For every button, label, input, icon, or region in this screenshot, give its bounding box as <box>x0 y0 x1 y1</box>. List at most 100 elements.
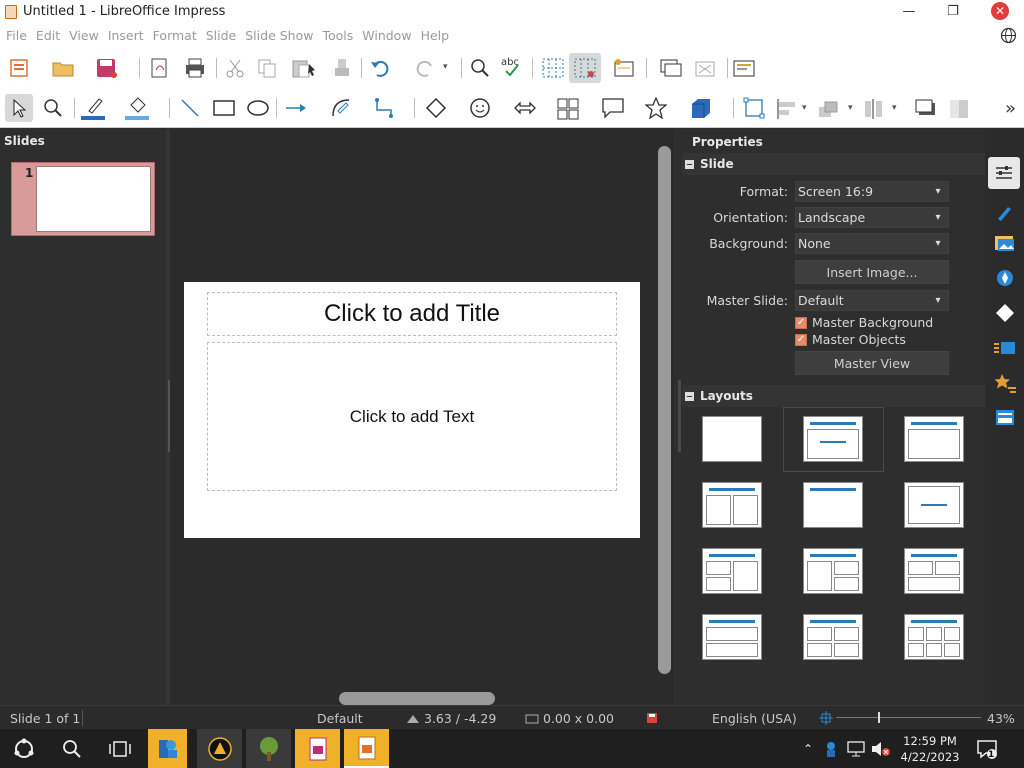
open-folder-icon[interactable] <box>52 58 74 78</box>
display-grid-icon[interactable] <box>542 58 564 78</box>
menu-slide-show[interactable]: Slide Show <box>245 28 313 43</box>
line-tool-icon[interactable] <box>180 98 200 118</box>
start-menu-icon[interactable] <box>8 729 40 768</box>
copy-icon[interactable] <box>257 58 277 78</box>
menu-window[interactable]: Window <box>362 28 411 43</box>
master-background-checkbox[interactable]: ✓ Master Background <box>795 315 933 330</box>
zoom-pan-icon[interactable] <box>43 98 65 118</box>
redo-dropdown-icon[interactable]: ▾ <box>443 62 448 72</box>
display-views-icon[interactable] <box>659 58 683 78</box>
curve-tool-icon[interactable] <box>330 96 352 120</box>
slide-thumbnail[interactable] <box>36 166 151 232</box>
layout-title-two-content[interactable] <box>702 482 762 528</box>
restore-button[interactable]: ❐ <box>939 0 967 23</box>
new-icon[interactable] <box>9 58 29 78</box>
zoom-level[interactable]: 43% <box>987 711 1015 726</box>
layouts-section-header[interactable]: Layouts <box>682 385 985 407</box>
layout-title-content-2[interactable] <box>904 416 964 462</box>
flowchart-icon[interactable] <box>557 98 579 120</box>
distribute-icon[interactable] <box>862 98 886 120</box>
export-pdf-icon[interactable] <box>150 58 172 78</box>
minimize-button[interactable]: — <box>895 0 923 23</box>
taskbar-app-draw[interactable] <box>295 729 340 768</box>
styles-tab-icon[interactable] <box>995 202 1015 226</box>
navigator-tab-icon[interactable] <box>995 268 1015 292</box>
taskbar-app-vlc[interactable] <box>197 729 242 768</box>
taskbar-app-tree[interactable] <box>246 729 291 768</box>
search-icon[interactable] <box>56 729 88 768</box>
connector-icon[interactable] <box>373 96 395 120</box>
more-tools-icon[interactable]: » <box>1005 98 1016 119</box>
callout-icon[interactable] <box>601 97 625 119</box>
fit-slide-icon[interactable] <box>819 711 833 728</box>
document-modified-icon[interactable] <box>646 712 658 727</box>
menu-insert[interactable]: Insert <box>108 28 144 43</box>
layout-centered-text[interactable] <box>904 482 964 528</box>
star-shapes-icon[interactable] <box>645 97 667 119</box>
select-arrow-icon[interactable] <box>5 94 33 122</box>
arrow-line-icon[interactable] <box>284 98 308 118</box>
shapes-tab-icon[interactable] <box>995 303 1015 327</box>
animation-tab-icon[interactable] <box>993 372 1017 398</box>
volume-muted-icon[interactable] <box>871 729 891 768</box>
crop-image-icon[interactable] <box>948 98 972 120</box>
arrange-icon[interactable] <box>818 98 842 120</box>
globe-icon[interactable] <box>1000 27 1017 47</box>
menu-tools[interactable]: Tools <box>322 28 353 43</box>
3d-objects-icon[interactable] <box>689 96 713 120</box>
gallery-tab-icon[interactable] <box>994 233 1016 257</box>
master-slide-dropdown[interactable]: Default ▾ <box>795 290 949 311</box>
layout-title-content-over-content[interactable] <box>702 614 762 660</box>
master-slides-tab-icon[interactable] <box>995 408 1015 432</box>
delete-slide-icon[interactable] <box>693 58 717 78</box>
slide-section-header[interactable]: Slide <box>682 153 985 175</box>
clone-formatting-icon[interactable] <box>332 58 352 78</box>
arrange-dropdown-icon[interactable]: ▾ <box>848 103 853 113</box>
master-objects-checkbox[interactable]: ✓ Master Objects <box>795 332 906 347</box>
orientation-dropdown[interactable]: Landscape ▾ <box>795 207 949 228</box>
rectangle-tool-icon[interactable] <box>212 98 236 118</box>
print-icon[interactable] <box>184 58 206 78</box>
collapse-icon[interactable] <box>685 391 694 401</box>
slide-layout-icon[interactable] <box>732 58 756 78</box>
layout-title-only[interactable] <box>803 482 863 528</box>
notification-icon[interactable] <box>975 729 999 768</box>
block-arrows-icon[interactable] <box>513 98 537 118</box>
distribute-dropdown-icon[interactable]: ▾ <box>892 103 897 113</box>
close-button[interactable]: ✕ <box>991 2 1009 20</box>
basic-shapes-icon[interactable] <box>425 98 447 118</box>
menu-file[interactable]: File <box>6 28 27 43</box>
symbol-shapes-icon[interactable] <box>469 97 491 119</box>
shadow-icon[interactable] <box>914 98 938 118</box>
save-icon[interactable] <box>96 58 118 78</box>
menu-view[interactable]: View <box>69 28 99 43</box>
monitor-tray-icon[interactable] <box>846 729 866 768</box>
master-view-button[interactable]: Master View <box>795 351 949 375</box>
insert-image-button[interactable]: Insert Image... <box>795 260 949 284</box>
task-view-icon[interactable] <box>104 729 136 768</box>
horizontal-scrollbar-thumb[interactable] <box>339 692 495 705</box>
layout-title-6content[interactable] <box>904 614 964 660</box>
layout-title-2content-content[interactable] <box>702 548 762 594</box>
network-tray-icon[interactable] <box>823 729 839 768</box>
chevron-up-icon[interactable]: ⌃ <box>800 729 816 768</box>
background-dropdown[interactable]: None ▾ <box>795 233 949 254</box>
undo-icon[interactable] <box>370 58 390 78</box>
zoom-slider[interactable] <box>836 717 981 718</box>
slide-transition-tab-icon[interactable] <box>993 339 1017 363</box>
paste-icon[interactable] <box>291 58 317 78</box>
layout-title-content-2content[interactable] <box>803 548 863 594</box>
vertical-scrollbar-thumb[interactable] <box>658 146 671 674</box>
clock[interactable]: 12:59 PM 4/22/2023 <box>899 733 961 765</box>
menu-slide[interactable]: Slide <box>206 28 237 43</box>
layout-blank[interactable] <box>702 416 762 462</box>
taskbar-app-network[interactable] <box>148 729 187 768</box>
ellipse-tool-icon[interactable] <box>246 98 270 118</box>
layout-title-2content-over-content[interactable] <box>904 548 964 594</box>
properties-tab-icon[interactable] <box>988 157 1020 189</box>
cut-icon[interactable] <box>225 58 245 78</box>
line-color-icon[interactable] <box>81 95 107 121</box>
transformations-icon[interactable] <box>742 96 766 120</box>
align-objects-icon[interactable] <box>775 98 799 120</box>
title-placeholder[interactable]: Click to add Title <box>207 292 617 336</box>
